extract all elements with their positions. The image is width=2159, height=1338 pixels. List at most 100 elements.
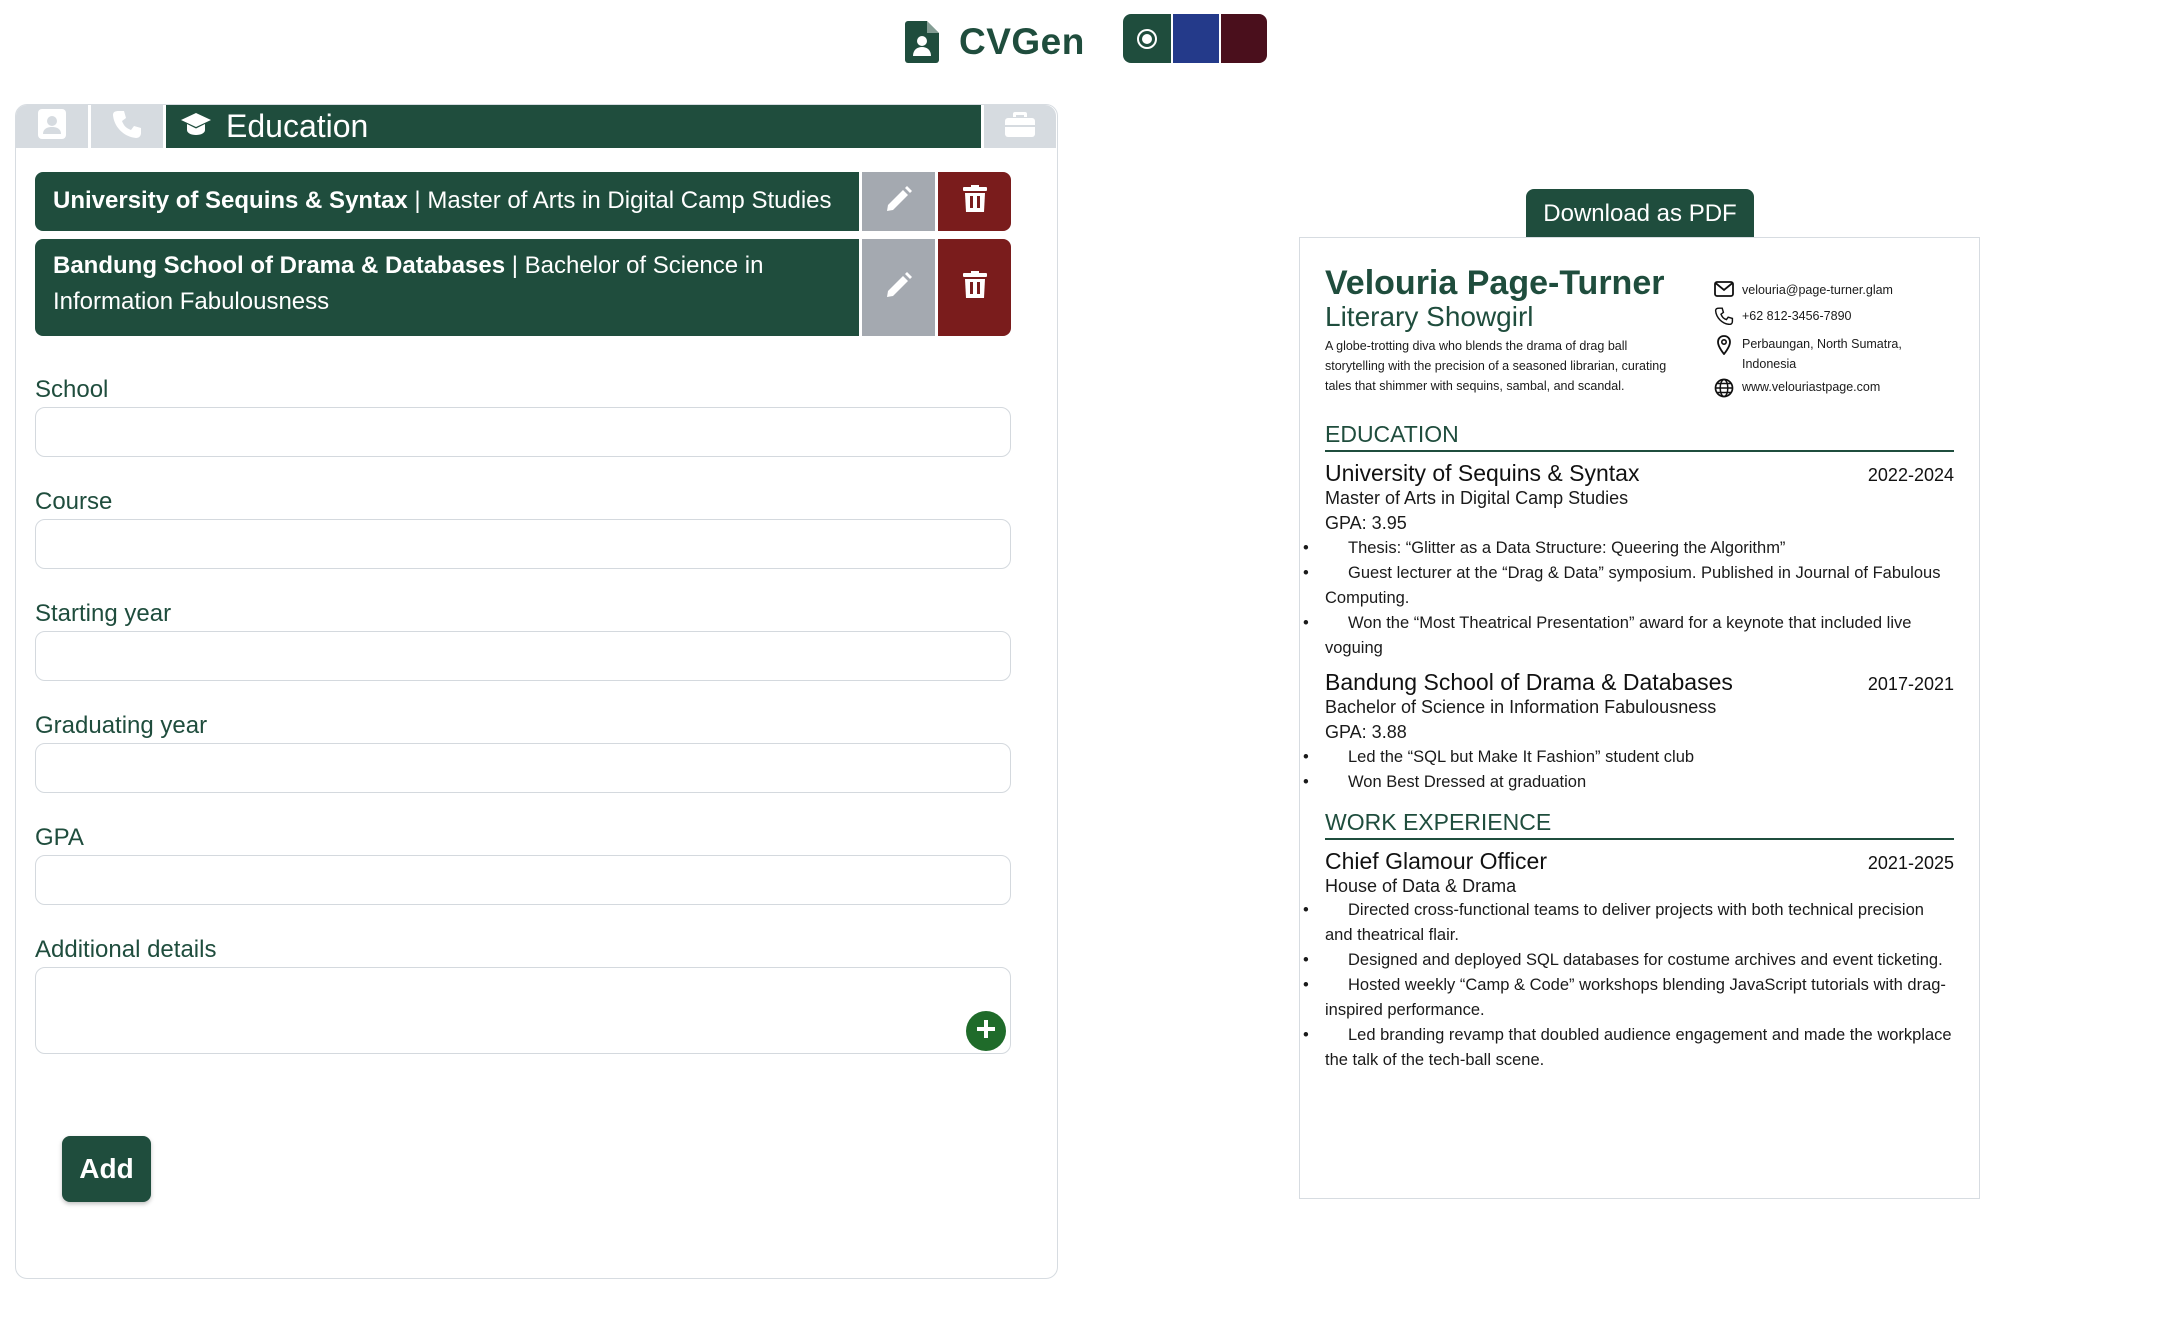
cv-detail: Thesis: “Glitter as a Data Structure: Qu…: [1303, 536, 1954, 561]
cv-detail: Designed and deployed SQL databases for …: [1303, 948, 1954, 973]
cv-detail-list: Directed cross-functional teams to deliv…: [1303, 898, 1954, 1073]
cv-detail: Directed cross-functional teams to deliv…: [1303, 898, 1954, 948]
cv-work-item: Chief Glamour Officer 2021-2025 House of…: [1303, 848, 1954, 1073]
cv-detail-list: Thesis: “Glitter as a Data Structure: Qu…: [1303, 536, 1954, 661]
cv-detail: Hosted weekly “Camp & Code” workshops bl…: [1303, 973, 1954, 1023]
file-person-icon: [905, 21, 939, 63]
plus-icon: [976, 1019, 996, 1044]
tab-contact[interactable]: [91, 105, 163, 148]
cv-company: House of Data & Drama: [1325, 876, 1517, 896]
cv-contacts: velouria@page-turner.glam +62 812-3456-7…: [1714, 264, 1954, 407]
cv-school: Bandung School of Drama & Databases: [1325, 669, 1733, 695]
graduation-cap-icon: [180, 111, 212, 142]
tab-education-label: Education: [226, 108, 369, 144]
phone-icon: [1714, 306, 1734, 331]
cv-gpa: GPA: 3.88: [1325, 722, 1407, 742]
cv-detail: Won the “Most Theatrical Presentation” a…: [1303, 611, 1954, 661]
tab-education[interactable]: Education: [166, 105, 981, 148]
globe-icon: [1714, 377, 1734, 404]
cv-detail: Won Best Dressed at graduation: [1303, 770, 1954, 795]
cv-course: Master of Arts in Digital Camp Studies: [1325, 488, 1629, 508]
theme-swatch-blue[interactable]: [1171, 14, 1219, 63]
starting-year-input[interactable]: [35, 631, 1011, 681]
cv-website-text: www.velouriastpage.com: [1742, 380, 1881, 394]
graduating-year-input[interactable]: [35, 743, 1011, 793]
entry-school: University of Sequins & Syntax: [53, 187, 408, 214]
cv-work-heading: WORK EXPERIENCE: [1325, 809, 1954, 840]
cv-job-title: Chief Glamour Officer: [1325, 848, 1547, 874]
app-header: CVGen: [905, 14, 1085, 70]
person-card-icon: [38, 109, 66, 144]
cv-identity: Velouria Page-Turner Literary Showgirl A…: [1325, 264, 1670, 407]
add-button[interactable]: Add: [62, 1136, 151, 1202]
education-entries: University of Sequins & Syntax | Master …: [35, 172, 1022, 344]
school-label: School: [35, 376, 109, 403]
school-input[interactable]: [35, 407, 1011, 457]
pencil-icon: [885, 185, 913, 218]
entry-course: Master of Arts in Digital Camp Studies: [427, 187, 832, 214]
course-label: Course: [35, 488, 113, 515]
pencil-icon: [885, 271, 913, 304]
cv-detail-list: Led the “SQL but Make It Fashion” studen…: [1303, 745, 1954, 795]
tab-work[interactable]: [984, 105, 1056, 148]
entry-summary: University of Sequins & Syntax | Master …: [35, 172, 859, 231]
cv-contact-phone: +62 812-3456-7890: [1714, 306, 1954, 331]
education-entry: University of Sequins & Syntax | Master …: [35, 172, 1022, 231]
cv-education-item: Bandung School of Drama & Databases 2017…: [1303, 669, 1954, 795]
edit-entry-button[interactable]: [862, 239, 935, 336]
additional-details-label: Additional details: [35, 936, 217, 963]
download-pdf-button[interactable]: Download as PDF: [1526, 189, 1754, 238]
starting-year-label: Starting year: [35, 600, 172, 627]
education-form: School Course Starting year Graduating y…: [35, 365, 1022, 1054]
app-title: CVGen: [959, 21, 1085, 62]
education-entry: Bandung School of Drama & Databases | Ba…: [35, 239, 1022, 336]
tab-personal[interactable]: [16, 105, 88, 148]
theme-picker: [1123, 14, 1267, 63]
add-detail-button[interactable]: [966, 1011, 1006, 1051]
entry-school: Bandung School of Drama & Databases: [53, 252, 506, 279]
cv-location-text: Perbaungan, North Sumatra, Indonesia: [1742, 337, 1902, 371]
graduating-year-label: Graduating year: [35, 712, 208, 739]
cv-course: Bachelor of Science in Information Fabul…: [1325, 697, 1717, 717]
theme-swatch-maroon[interactable]: [1219, 14, 1267, 63]
cv-preview: Velouria Page-Turner Literary Showgirl A…: [1299, 237, 1980, 1199]
course-input[interactable]: [35, 519, 1011, 569]
gpa-input[interactable]: [35, 855, 1011, 905]
cv-header: Velouria Page-Turner Literary Showgirl A…: [1325, 264, 1954, 407]
entry-summary: Bandung School of Drama & Databases | Ba…: [35, 239, 859, 336]
cv-role: Literary Showgirl: [1325, 301, 1534, 332]
cv-phone-text: +62 812-3456-7890: [1742, 309, 1852, 323]
cv-contact-location: Perbaungan, North Sumatra, Indonesia: [1714, 334, 1954, 374]
cv-name: Velouria Page-Turner: [1325, 264, 1665, 302]
phone-icon: [112, 109, 142, 144]
trash-icon: [962, 185, 987, 218]
cv-gpa: GPA: 3.95: [1325, 513, 1407, 533]
additional-details-field[interactable]: [35, 967, 1011, 1054]
map-pin-icon: [1714, 334, 1734, 361]
cv-email-text: velouria@page-turner.glam: [1742, 283, 1893, 297]
cv-years: 2022-2024: [1867, 465, 1954, 485]
section-tabs: Education: [16, 105, 1057, 148]
trash-icon: [962, 271, 987, 304]
cv-bio: A globe-trotting diva who blends the dra…: [1325, 339, 1667, 393]
cv-school: University of Sequins & Syntax: [1325, 460, 1640, 486]
cv-detail: Guest lecturer at the “Drag & Data” symp…: [1303, 561, 1954, 611]
edit-entry-button[interactable]: [862, 172, 935, 231]
envelope-icon: [1714, 280, 1734, 303]
briefcase-icon: [1005, 111, 1035, 143]
cv-contact-email: velouria@page-turner.glam: [1714, 280, 1954, 303]
cv-years: 2017-2021: [1867, 674, 1954, 694]
cv-education-item: University of Sequins & Syntax 2022-2024…: [1303, 460, 1954, 661]
selected-radio-icon: [1137, 28, 1157, 49]
cv-detail: Led branding revamp that doubled audienc…: [1303, 1023, 1954, 1073]
cv-years: 2021-2025: [1867, 853, 1954, 873]
theme-swatch-green[interactable]: [1123, 14, 1171, 63]
delete-entry-button[interactable]: [938, 172, 1011, 231]
editor-panel: Education University of Sequins & Syntax…: [15, 104, 1058, 1279]
gpa-label: GPA: [35, 824, 84, 851]
cv-education-heading: EDUCATION: [1325, 421, 1954, 452]
entry-separator: |: [407, 187, 428, 214]
entry-separator: |: [505, 252, 525, 279]
delete-entry-button[interactable]: [938, 239, 1011, 336]
cv-detail: Led the “SQL but Make It Fashion” studen…: [1303, 745, 1954, 770]
